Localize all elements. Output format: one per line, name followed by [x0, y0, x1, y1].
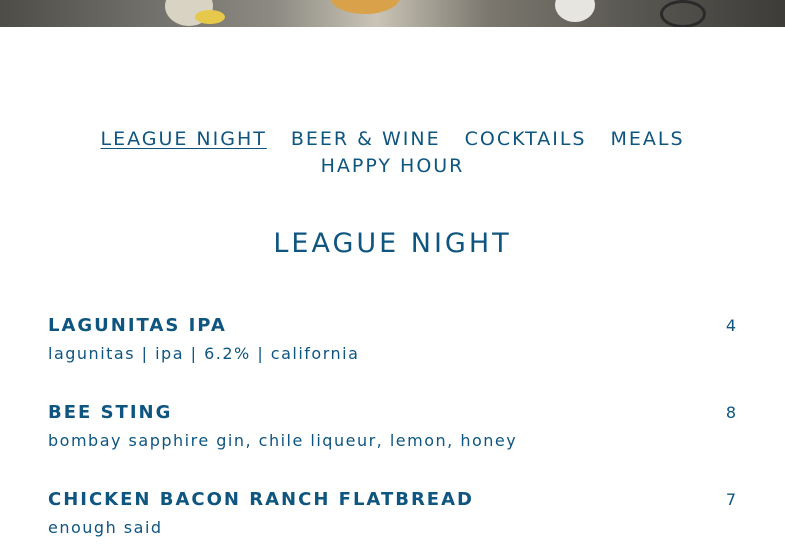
section-title: LEAGUE NIGHT	[273, 228, 512, 259]
cup-shape	[555, 0, 595, 22]
nav-tab-beer-wine[interactable]: BEER & WINE	[291, 126, 441, 153]
item-name: CHICKEN BACON RANCH FLATBREAD	[48, 489, 474, 510]
menu-item: CHICKEN BACON RANCH FLATBREAD 7 enough s…	[48, 488, 738, 538]
item-description: lagunitas | ipa | 6.2% | california	[48, 344, 360, 363]
nav-row: LEAGUE NIGHT BEER & WINE COCKTAILS MEALS	[0, 126, 785, 153]
hero-photo	[0, 0, 785, 27]
item-price: 7	[725, 490, 736, 509]
item-name: BEE STING	[48, 402, 173, 423]
item-name: LAGUNITAS IPA	[48, 315, 227, 336]
menu-category-nav: LEAGUE NIGHT BEER & WINE COCKTAILS MEALS HAP…	[0, 126, 785, 180]
item-description: enough said	[48, 518, 163, 537]
nav-tab-cocktails[interactable]: COCKTAILS	[465, 126, 587, 153]
item-price: 4	[725, 316, 736, 335]
lemon-shape	[195, 10, 225, 24]
food-shape	[330, 0, 400, 14]
nav-row: HAPPY HOUR	[0, 153, 785, 180]
menu-item: BEE STING 8 bombay sapphire gin, chile l…	[48, 401, 738, 451]
menu-item: LAGUNITAS IPA 4 lagunitas | ipa | 6.2% |…	[48, 314, 738, 364]
nav-tab-happy-hour[interactable]: HAPPY HOUR	[321, 153, 465, 180]
item-description: bombay sapphire gin, chile liqueur, lemo…	[48, 431, 518, 450]
bracelet-shape	[660, 0, 706, 27]
nav-tab-meals[interactable]: MEALS	[610, 126, 684, 153]
item-price: 8	[725, 403, 736, 422]
nav-tab-league-night[interactable]: LEAGUE NIGHT	[100, 126, 266, 153]
